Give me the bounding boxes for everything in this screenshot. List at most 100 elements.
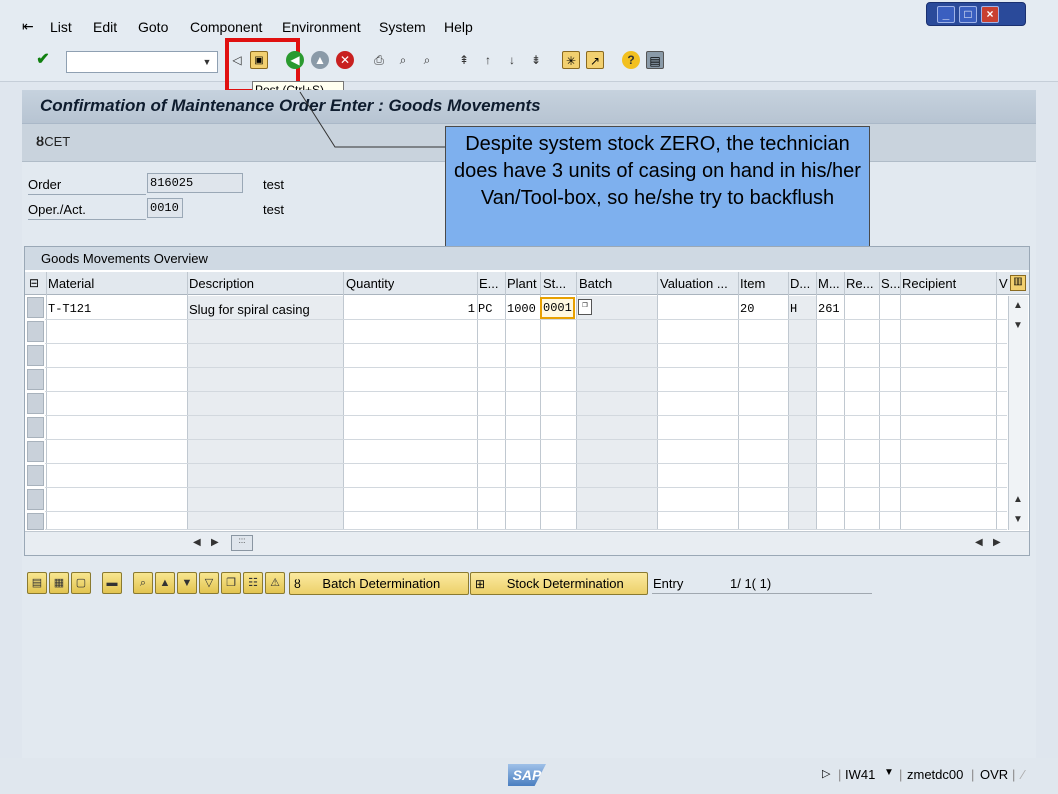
find-icon[interactable]: ⌕	[133, 572, 153, 594]
col-debit-credit[interactable]: D...	[790, 276, 810, 291]
col-batch[interactable]: Batch	[579, 276, 612, 291]
col-v[interactable]: V	[999, 276, 1008, 291]
chevron-down-icon[interactable]: ▼	[884, 767, 894, 778]
stock-determination-button[interactable]: ⊞ Stock Determination	[470, 572, 648, 595]
menu-help[interactable]: Help	[444, 19, 473, 35]
row-selector[interactable]	[27, 513, 44, 530]
scroll-right-icon[interactable]: ▶	[211, 537, 219, 548]
table-row[interactable]	[45, 464, 1007, 488]
enter-icon[interactable]: ✔	[34, 51, 52, 69]
cell-movement-type[interactable]: 261	[818, 302, 840, 316]
order-underline	[28, 194, 146, 195]
delete-row-icon[interactable]: ▬	[102, 572, 122, 594]
scroll-left-icon[interactable]: ◀	[193, 537, 201, 548]
f4-help-icon[interactable]: ❐	[578, 299, 592, 315]
table-row[interactable]	[45, 416, 1007, 440]
menu-component[interactable]: Component	[190, 19, 262, 35]
row-selector[interactable]	[27, 369, 44, 390]
find-icon[interactable]: ⌕	[394, 51, 412, 69]
scroll-down-icon[interactable]: ▼	[1013, 514, 1023, 525]
col-reservation[interactable]: Re...	[846, 276, 873, 291]
col-recipient[interactable]: Recipient	[902, 276, 956, 291]
col-item[interactable]: Item	[740, 276, 765, 291]
row-selector[interactable]	[27, 321, 44, 342]
cancel-icon[interactable]: ✕	[336, 51, 354, 69]
last-page-icon[interactable]: ⇟	[527, 51, 545, 69]
row-selector[interactable]	[27, 345, 44, 366]
scroll-up-icon[interactable]: ▲	[1013, 494, 1023, 505]
scroll-down-icon[interactable]: ▼	[1013, 320, 1023, 331]
horizontal-scrollbar[interactable]: ◀ ▶ ::: ◀ ▶	[25, 531, 1029, 555]
command-field[interactable]	[66, 51, 218, 73]
chevron-down-icon[interactable]: ▼	[200, 55, 214, 69]
col-plant[interactable]: Plant	[507, 276, 537, 291]
col-movement[interactable]: M...	[818, 276, 840, 291]
close-icon[interactable]: ×	[981, 6, 999, 23]
vertical-scrollbar[interactable]: ▲ ▼ ▲ ▼	[1008, 296, 1028, 530]
scroll-right-icon[interactable]: ▶	[993, 537, 1001, 548]
menu-exit-icon[interactable]: ⇤	[22, 18, 34, 35]
row-selector[interactable]	[27, 465, 44, 486]
menu-list[interactable]: List	[50, 19, 72, 35]
scroll-left-icon[interactable]: ◀	[975, 537, 983, 548]
cell-material[interactable]: T-T121	[48, 302, 91, 316]
print-icon[interactable]: ⎙	[370, 51, 388, 69]
find-next-icon[interactable]: ⌕	[418, 51, 436, 69]
alert-icon[interactable]: ⚠	[265, 572, 285, 594]
row-selector[interactable]	[27, 441, 44, 462]
deselect-icon[interactable]: ▢	[71, 572, 91, 594]
row-selector[interactable]	[27, 417, 44, 438]
hierarchy-icon[interactable]: ☷	[243, 572, 263, 594]
col-unit[interactable]: E...	[479, 276, 499, 291]
customize-layout-icon[interactable]: ▤	[646, 51, 664, 69]
col-storage[interactable]: St...	[543, 276, 566, 291]
row-selector[interactable]	[27, 297, 44, 318]
first-page-icon[interactable]: ⇞	[455, 51, 473, 69]
back-icon[interactable]: ◀	[286, 51, 304, 69]
next-page-icon[interactable]: ↓	[503, 51, 521, 69]
filter-icon[interactable]: ▽	[199, 572, 219, 594]
shortcut-icon[interactable]: ↗	[586, 51, 604, 69]
sort-descending-icon[interactable]: ▼	[177, 572, 197, 594]
column-config-icon[interactable]: ▥	[1010, 275, 1026, 291]
col-description[interactable]: Description	[189, 276, 254, 291]
menu-system[interactable]: System	[379, 19, 426, 35]
table-row[interactable]	[45, 368, 1007, 392]
batch-determination-button[interactable]: ȣ Batch Determination	[289, 572, 469, 595]
cell-storage-location[interactable]: 0001	[540, 297, 575, 319]
help-icon[interactable]: ?	[622, 51, 640, 69]
table-row[interactable]	[45, 392, 1007, 416]
select-all-rows-icon[interactable]: ▦	[49, 572, 69, 594]
col-special[interactable]: S...	[881, 276, 901, 291]
table-row[interactable]	[45, 320, 1007, 344]
menu-environment[interactable]: Environment	[282, 19, 361, 35]
scroll-thumb[interactable]: :::	[231, 535, 253, 551]
scroll-up-icon[interactable]: ▲	[1013, 300, 1023, 311]
row-selector[interactable]	[27, 393, 44, 414]
cet-button[interactable]: ȣCET	[36, 134, 70, 149]
table-row[interactable]	[45, 440, 1007, 464]
col-material[interactable]: Material	[48, 276, 94, 291]
page-title: Confirmation of Maintenance Order Enter …	[40, 96, 541, 115]
new-session-icon[interactable]: ✳	[562, 51, 580, 69]
cell-quantity[interactable]: 1	[345, 302, 475, 316]
table-row[interactable]	[45, 488, 1007, 512]
row-selector[interactable]	[27, 489, 44, 510]
table-row[interactable]	[45, 344, 1007, 368]
col-valuation[interactable]: Valuation ...	[660, 276, 728, 291]
sort-ascending-icon[interactable]: ▲	[155, 572, 175, 594]
status-toggle-icon[interactable]: ▷	[822, 767, 830, 780]
col-quantity[interactable]: Quantity	[346, 276, 394, 291]
table-row[interactable]	[45, 512, 1007, 530]
cell-plant[interactable]: 1000	[507, 302, 536, 316]
cell-unit[interactable]: PC	[478, 302, 492, 316]
previous-page-icon[interactable]: ↑	[479, 51, 497, 69]
minimize-icon[interactable]: _	[937, 6, 955, 23]
maximize-icon[interactable]: □	[959, 6, 977, 23]
details-icon[interactable]: ▤	[27, 572, 47, 594]
menu-edit[interactable]: Edit	[93, 19, 117, 35]
select-all-icon[interactable]: ⊟	[29, 276, 39, 290]
exit-icon[interactable]: ▲	[311, 51, 329, 69]
copy-icon[interactable]: ❐	[221, 572, 241, 594]
menu-goto[interactable]: Goto	[138, 19, 168, 35]
